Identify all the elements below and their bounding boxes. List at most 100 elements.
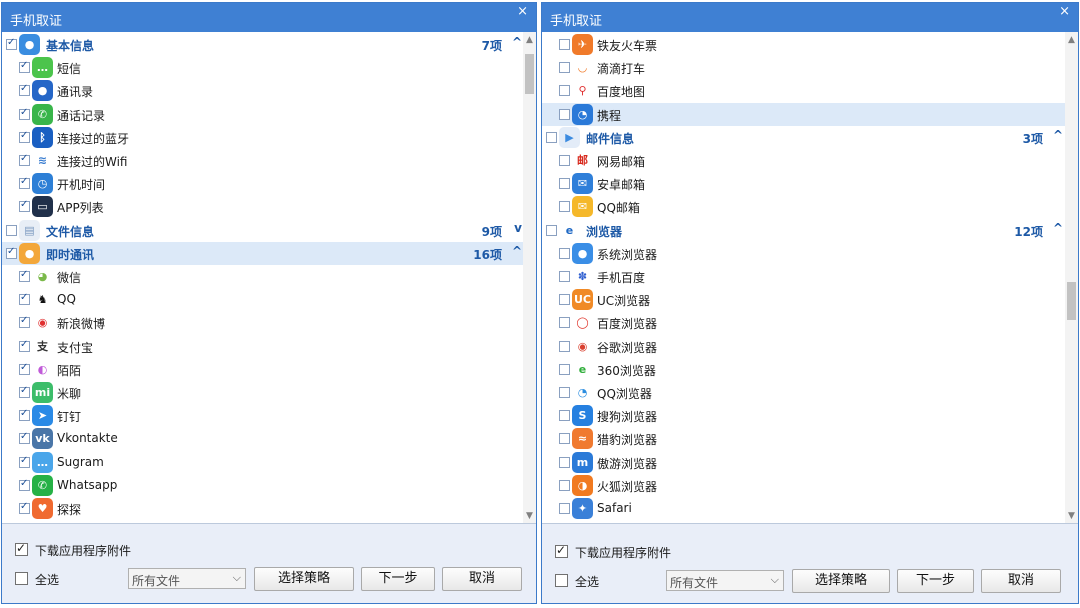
item-checkbox[interactable] (546, 131, 557, 143)
item-checkbox[interactable] (559, 39, 570, 50)
select-all-checkbox[interactable] (555, 574, 568, 587)
category-row[interactable]: ▶ 邮件信息 3项 ^ (542, 126, 1065, 149)
scroll-thumb[interactable] (1067, 282, 1076, 320)
item-checkbox[interactable] (559, 108, 570, 120)
file-filter-select[interactable]: 所有文件 ⌵ (128, 568, 246, 589)
item-checkbox[interactable] (559, 62, 570, 74)
item-checkbox[interactable] (19, 315, 30, 329)
list-item[interactable]: ◑ 火狐浏览器 (542, 474, 1065, 497)
cancel-button[interactable]: 取消 (981, 569, 1061, 593)
item-checkbox[interactable] (19, 176, 30, 190)
item-checkbox[interactable] (6, 37, 17, 50)
download-attachments-checkbox[interactable] (555, 543, 568, 558)
list-item[interactable]: ◔ QQ浏览器 (542, 381, 1065, 404)
list-item[interactable]: ≈ 猎豹浏览器 (542, 427, 1065, 450)
list-item[interactable]: 邮网易邮箱 (542, 149, 1065, 172)
list-item[interactable]: m 傲游浏览器 (542, 451, 1065, 474)
item-checkbox[interactable] (559, 178, 570, 190)
item-checkbox[interactable] (559, 433, 570, 445)
item-checkbox[interactable] (559, 155, 570, 166)
list-item[interactable]: vk Vkontakte (2, 427, 524, 450)
chevron-down-icon[interactable]: v (514, 221, 522, 235)
list-item[interactable]: ◉ 新浪微博 (2, 311, 524, 334)
list-item[interactable]: ✉ QQ邮箱 (542, 195, 1065, 218)
item-checkbox[interactable] (19, 269, 30, 282)
item-checkbox[interactable] (559, 479, 570, 491)
category-list[interactable]: ✈ 铁友火车票 ◡ 滴滴打车 ⚲ 百度地图 ◔ 携程 ▶ 邮件信息 3项 ^ 邮网易邮箱 ✉ 安卓邮箱 ✉ QQ… (542, 32, 1078, 524)
list-item[interactable]: S 搜狗浏览器 (542, 404, 1065, 427)
item-checkbox[interactable] (559, 456, 570, 468)
scrollbar[interactable]: ▲ ▼ (1065, 32, 1078, 523)
list-item[interactable]: ♥ 探探 (2, 497, 524, 520)
item-checkbox[interactable] (19, 199, 30, 213)
list-item[interactable]: ✽ 手机百度 (542, 265, 1065, 288)
item-checkbox[interactable] (559, 410, 570, 422)
list-item[interactable]: ◡ 滴滴打车 (542, 56, 1065, 79)
item-checkbox[interactable] (19, 130, 30, 143)
list-item[interactable]: ✆ 通话记录 (2, 103, 524, 126)
item-checkbox[interactable] (19, 339, 30, 352)
item-checkbox[interactable] (559, 294, 570, 306)
item-checkbox[interactable] (19, 478, 30, 491)
item-checkbox[interactable] (6, 224, 17, 236)
chevron-up-icon[interactable]: ^ (512, 244, 522, 258)
item-checkbox[interactable] (559, 247, 570, 259)
item-checkbox[interactable] (19, 153, 30, 166)
next-step-button[interactable]: 下一步 (361, 567, 435, 591)
list-item[interactable]: ◐ 陌陌 (2, 358, 524, 381)
select-all-checkbox[interactable] (15, 572, 28, 585)
item-checkbox[interactable] (6, 246, 17, 259)
select-strategy-button[interactable]: 选择策略 (254, 567, 354, 591)
scroll-down-icon[interactable]: ▼ (1065, 510, 1078, 522)
chevron-up-icon[interactable]: ^ (1053, 128, 1063, 142)
list-item[interactable]: ♞ QQ (2, 288, 524, 311)
category-row[interactable]: ▤ 文件信息 9项 v (2, 219, 524, 242)
list-item[interactable]: ◔ 携程 (542, 102, 1065, 126)
list-item[interactable]: ◯ 百度浏览器 (542, 311, 1065, 334)
item-checkbox[interactable] (559, 503, 570, 514)
item-checkbox[interactable] (19, 455, 30, 468)
list-item[interactable]: e 360浏览器 (542, 358, 1065, 381)
list-item[interactable]: mi 米聊 (2, 381, 524, 404)
category-row[interactable]: ● 基本信息 7项 ^ (2, 33, 524, 56)
category-row[interactable]: e 浏览器 12项 ^ (542, 219, 1065, 242)
list-item[interactable]: ≋ 连接过的Wifi (2, 149, 524, 172)
list-item[interactable]: ✆ Whatsapp (2, 474, 524, 497)
item-checkbox[interactable] (19, 408, 30, 422)
close-icon[interactable]: × (517, 4, 528, 19)
item-checkbox[interactable] (559, 317, 570, 329)
item-checkbox[interactable] (19, 362, 30, 375)
scroll-up-icon[interactable]: ▲ (1065, 34, 1078, 46)
chevron-up-icon[interactable]: ^ (1053, 221, 1063, 235)
category-list[interactable]: ● 基本信息 7项 ^ … 短信 ● 通讯录 ✆ 通话记录 ᛒ 连接过的蓝牙 ≋ 连接过的Wifi ◷ 开机时… (2, 32, 536, 524)
item-checkbox[interactable] (19, 501, 30, 514)
next-step-button[interactable]: 下一步 (897, 569, 974, 593)
file-filter-select[interactable]: 所有文件 ⌵ (666, 570, 784, 591)
item-checkbox[interactable] (559, 340, 570, 352)
category-row[interactable]: ● 即时通讯 16项 ^ (2, 241, 524, 265)
select-strategy-button[interactable]: 选择策略 (792, 569, 890, 593)
list-item[interactable]: ◷ 开机时间 (2, 172, 524, 195)
download-attachments-checkbox[interactable] (15, 541, 28, 556)
scroll-up-icon[interactable]: ▲ (523, 34, 536, 46)
item-checkbox[interactable] (546, 224, 557, 236)
list-item[interactable]: UC UC浏览器 (542, 288, 1065, 311)
chevron-up-icon[interactable]: ^ (512, 35, 522, 49)
item-checkbox[interactable] (559, 363, 570, 375)
item-checkbox[interactable] (19, 385, 30, 398)
close-icon[interactable]: × (1059, 4, 1070, 19)
scroll-thumb[interactable] (525, 54, 534, 94)
item-checkbox[interactable] (19, 431, 30, 445)
list-item[interactable]: ✈ 铁友火车票 (542, 33, 1065, 56)
list-item[interactable]: ◕ 微信 (2, 265, 524, 288)
list-item[interactable]: 支支付宝 (2, 335, 524, 358)
scrollbar[interactable]: ▲ ▼ (523, 32, 536, 523)
list-item[interactable]: ⚲ 百度地图 (542, 79, 1065, 102)
list-item[interactable]: ▭ APP列表 (2, 195, 524, 218)
item-checkbox[interactable] (559, 85, 570, 97)
item-checkbox[interactable] (19, 83, 30, 97)
list-item[interactable]: ✦ Safari (542, 497, 1065, 520)
list-item[interactable]: ✉ 安卓邮箱 (542, 172, 1065, 195)
list-item[interactable]: ᛒ 连接过的蓝牙 (2, 126, 524, 149)
item-checkbox[interactable] (559, 201, 570, 213)
